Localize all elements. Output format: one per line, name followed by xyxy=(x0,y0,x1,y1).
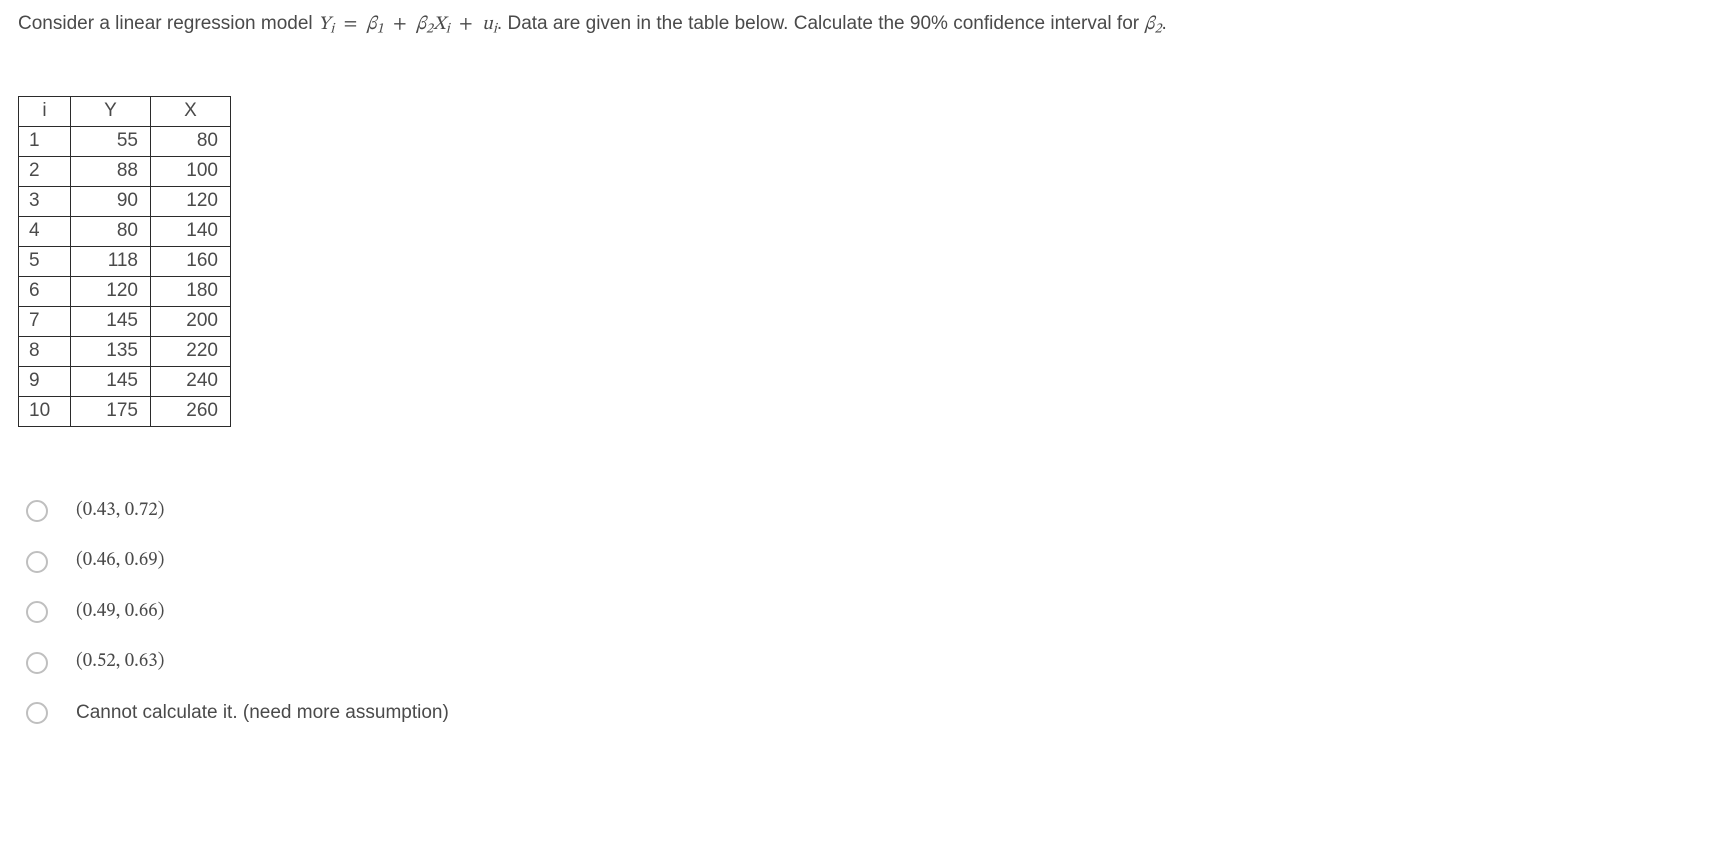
header-y: Y xyxy=(71,96,151,126)
table-row: 6 120 180 xyxy=(19,276,231,306)
radio-icon[interactable] xyxy=(26,500,48,522)
cell-x: 100 xyxy=(151,156,231,186)
option-5[interactable]: Cannot calculate it. (need more assumpti… xyxy=(26,699,1692,728)
option-label: (0.46, 0.69) xyxy=(76,547,164,576)
cell-x: 220 xyxy=(151,336,231,366)
eq-sign: = xyxy=(340,15,362,34)
cell-i: 3 xyxy=(19,186,71,216)
cell-y: 118 xyxy=(71,246,151,276)
model-lhs-sub: i xyxy=(330,23,334,37)
x-var: X xyxy=(433,15,446,34)
cell-x: 80 xyxy=(151,126,231,156)
table-row: 7 145 200 xyxy=(19,306,231,336)
cell-i: 4 xyxy=(19,216,71,246)
cell-y: 175 xyxy=(71,396,151,426)
beta2-var: β xyxy=(416,15,426,34)
option-1[interactable]: (0.43, 0.72) xyxy=(26,497,1692,526)
option-4[interactable]: (0.52, 0.63) xyxy=(26,648,1692,677)
table-row: 8 135 220 xyxy=(19,336,231,366)
beta1-sub: 1 xyxy=(377,23,384,37)
cell-x: 260 xyxy=(151,396,231,426)
option-label: (0.49, 0.66) xyxy=(76,598,164,627)
table-row: 2 88 100 xyxy=(19,156,231,186)
question-prefix: Consider a linear regression model xyxy=(18,13,318,34)
cell-x: 140 xyxy=(151,216,231,246)
cell-i: 6 xyxy=(19,276,71,306)
table-row: 10 175 260 xyxy=(19,396,231,426)
cell-x: 240 xyxy=(151,366,231,396)
cell-y: 135 xyxy=(71,336,151,366)
radio-icon[interactable] xyxy=(26,551,48,573)
table-header-row: i Y X xyxy=(19,96,231,126)
option-2[interactable]: (0.46, 0.69) xyxy=(26,547,1692,576)
header-x: X xyxy=(151,96,231,126)
table-row: 1 55 80 xyxy=(19,126,231,156)
cell-i: 7 xyxy=(19,306,71,336)
cell-i: 2 xyxy=(19,156,71,186)
cell-i: 8 xyxy=(19,336,71,366)
cell-y: 88 xyxy=(71,156,151,186)
table-row: 9 145 240 xyxy=(19,366,231,396)
question-text: Consider a linear regression model Yi = … xyxy=(18,10,1692,41)
radio-icon[interactable] xyxy=(26,702,48,724)
cell-x: 200 xyxy=(151,306,231,336)
question-period: . xyxy=(1162,13,1167,34)
data-table: i Y X 1 55 80 2 88 100 3 90 120 4 xyxy=(18,96,231,427)
plus1: + xyxy=(389,15,411,34)
cell-x: 180 xyxy=(151,276,231,306)
cell-y: 120 xyxy=(71,276,151,306)
option-label: Cannot calculate it. (need more assumpti… xyxy=(76,699,449,728)
cell-y: 90 xyxy=(71,186,151,216)
table-row: 4 80 140 xyxy=(19,216,231,246)
option-3[interactable]: (0.49, 0.66) xyxy=(26,598,1692,627)
option-label: (0.43, 0.72) xyxy=(76,497,164,526)
target-var: β xyxy=(1144,15,1154,34)
table-row: 5 118 160 xyxy=(19,246,231,276)
cell-i: 10 xyxy=(19,396,71,426)
model-lhs-var: Y xyxy=(318,15,330,34)
cell-i: 9 xyxy=(19,366,71,396)
cell-x: 120 xyxy=(151,186,231,216)
cell-y: 145 xyxy=(71,306,151,336)
u-var: u xyxy=(482,15,493,34)
table-body: 1 55 80 2 88 100 3 90 120 4 80 140 5 118 xyxy=(19,126,231,426)
cell-x: 160 xyxy=(151,246,231,276)
x-sub: i xyxy=(446,23,450,37)
cell-y: 80 xyxy=(71,216,151,246)
cell-i: 1 xyxy=(19,126,71,156)
header-i: i xyxy=(19,96,71,126)
cell-y: 145 xyxy=(71,366,151,396)
plus2: + xyxy=(455,15,477,34)
option-label: (0.52, 0.63) xyxy=(76,648,164,677)
question-after-model: . Data are given in the table below. Cal… xyxy=(497,13,1144,34)
table-row: 3 90 120 xyxy=(19,186,231,216)
answer-options: (0.43, 0.72) (0.46, 0.69) (0.49, 0.66) (… xyxy=(26,497,1692,728)
cell-y: 55 xyxy=(71,126,151,156)
cell-i: 5 xyxy=(19,246,71,276)
target-sub: 2 xyxy=(1154,23,1161,37)
radio-icon[interactable] xyxy=(26,601,48,623)
beta1-var: β xyxy=(367,15,377,34)
radio-icon[interactable] xyxy=(26,652,48,674)
